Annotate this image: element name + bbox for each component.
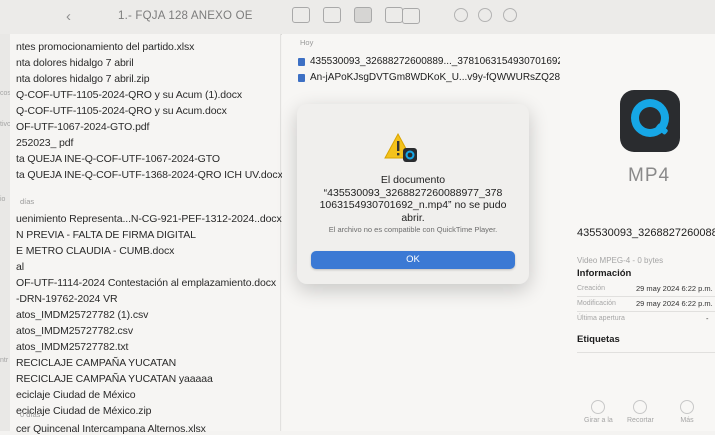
list-item[interactable]: ta QUEJA INE-Q-COF-UTF-1368-2024-QRO ICH… [16, 169, 283, 181]
list-item[interactable]: ta QUEJA INE-Q-COF-UTF-1067-2024-GTO [16, 153, 220, 165]
modified-label: Modificación [577, 300, 616, 307]
tag-icon[interactable] [478, 8, 492, 22]
more-icon [680, 400, 694, 414]
preview-kind: Video MPEG-4 - 0 bytes [577, 256, 664, 265]
view-switcher [292, 7, 403, 23]
sidebar-item-label[interactable]: ntr [0, 357, 8, 364]
trim-icon [633, 400, 648, 414]
list-item[interactable]: ntes promocionamiento del partido.xlsx [16, 41, 194, 53]
tags-header: Etiquetas [577, 334, 620, 345]
action-label: Más [680, 417, 694, 424]
list-item[interactable]: N PREVIA - FALTA DE FIRMA DIGITAL [16, 229, 196, 241]
list-item[interactable]: nta dolores hidalgo 7 abril.zip [16, 73, 150, 85]
list-item[interactable]: atos_IMDM25727782 (1).csv [16, 309, 148, 321]
more-options-icon[interactable] [503, 8, 517, 22]
ok-button[interactable]: OK [311, 251, 515, 269]
divider [577, 352, 715, 353]
column-view-icon[interactable] [354, 7, 372, 23]
list-item[interactable]: uenimiento Representa...N-CG-921-PEF-131… [16, 213, 282, 225]
list-item[interactable]: -DRN-19762-2024 VR [16, 293, 118, 305]
action-label: Girar a la [584, 417, 613, 424]
list-item[interactable]: Q-COF-UTF-1105-2024-QRO y su Acum (1).do… [16, 89, 242, 101]
created-label: Creación [577, 285, 606, 292]
group-icon[interactable] [402, 8, 420, 24]
video-file-icon [298, 73, 305, 82]
preview-file-name: 435530093_3268827260088977_37810631...01… [577, 227, 715, 239]
preview-action-button[interactable]: Más [680, 400, 694, 424]
list-item[interactable]: RECICLAJE CAMPAÑA YUCATAN [16, 357, 176, 369]
list-item[interactable]: atos_IMDM25727782.csv [16, 325, 133, 337]
list-item[interactable]: nta dolores hidalgo 7 abril [16, 57, 134, 69]
preview-action-button[interactable]: Girar a la [584, 400, 613, 424]
list-item[interactable]: OF-UTF-1067-2024-GTO.pdf [16, 121, 149, 133]
info-header: Información [577, 268, 632, 279]
quicktime-icon [620, 90, 680, 152]
list-item[interactable]: cer Quincenal Intercampana Alternos.xlsx [16, 423, 206, 435]
list-item[interactable]: E METRO CLAUDIA - CUMB.docx [16, 245, 174, 257]
last-opened-label: Última apertura [577, 315, 625, 322]
list-item[interactable]: 252023_ pdf [16, 137, 73, 149]
error-dialog: El documento “435530093_3268827260088977… [297, 104, 529, 284]
created-value: 29 may 2024 6:22 p.m. [636, 284, 713, 293]
divider [577, 296, 715, 297]
list-item[interactable]: OF-UTF-1114-2024 Contestación al emplaza… [16, 277, 276, 289]
file-name: 435530093_32688272600889..._378106315493… [310, 56, 597, 67]
list-item[interactable]: RECICLAJE CAMPAÑA YUCATAN yaaaaa [16, 373, 213, 385]
last-opened-value: - [706, 314, 709, 323]
dialog-title: El documento “435530093_3268827260088977… [319, 174, 507, 224]
share-icon[interactable] [454, 8, 468, 22]
video-file-icon [298, 57, 305, 66]
chevron-left-icon[interactable]: ‹ [66, 8, 71, 25]
file-type-label: MP4 [628, 165, 671, 186]
icon-view-icon[interactable] [292, 7, 310, 23]
list-item[interactable]: al [16, 261, 24, 273]
modified-value: 29 may 2024 6:22 p.m. [636, 299, 713, 308]
warning-triangle-icon [384, 132, 417, 162]
section-header-today: Hoy [300, 38, 314, 47]
action-label: Recortar [627, 417, 654, 424]
section-header: 0 días [20, 410, 41, 419]
section-header: días [20, 197, 35, 206]
dialog-message: El archivo no es compatible con QuickTim… [328, 225, 498, 234]
gallery-view-icon[interactable] [385, 7, 403, 23]
list-item[interactable]: atos_IMDM25727782.txt [16, 341, 128, 353]
rotate-icon [591, 400, 606, 414]
list-item[interactable]: Q-COF-UTF-1105-2024-QRO y su Acum.docx [16, 105, 227, 117]
divider [577, 311, 715, 312]
list-view-icon[interactable] [323, 7, 341, 23]
preview-action-button[interactable]: Recortar [627, 400, 654, 424]
window-title: 1.- FQJA 128 ANEXO OE [118, 10, 253, 22]
sidebar-item-label[interactable]: io [0, 196, 5, 203]
toolbar: ‹ 1.- FQJA 128 ANEXO OE [0, 0, 715, 35]
list-item[interactable]: eciclaje Ciudad de México [16, 389, 136, 401]
file-row[interactable]: 435530093_32688272600889..._378106315493… [298, 56, 596, 67]
